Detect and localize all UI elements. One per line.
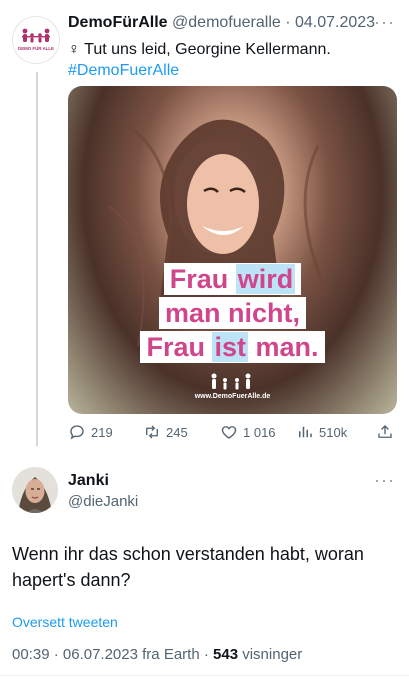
tweet-media-image[interactable]: Frau wird man nicht, Frau ist man. www.D… xyxy=(68,86,397,414)
portrait-illustration xyxy=(107,119,330,347)
divider xyxy=(0,675,409,676)
translate-tweet-link[interactable]: Oversett tweeten xyxy=(12,614,118,630)
tweet-actions: 219 245 1 016 510k xyxy=(68,423,397,445)
tweet-text: ♀ Tut uns leid, Georgine Kellermann. #De… xyxy=(68,39,331,81)
tweet-text-body: Tut uns leid, Georgine Kellermann. xyxy=(84,41,331,58)
views-button[interactable]: 510k xyxy=(296,423,347,441)
thread-line xyxy=(36,72,38,446)
reply-button[interactable]: 219 xyxy=(68,423,113,441)
svg-text:DEMO FÜR ALLE: DEMO FÜR ALLE xyxy=(18,46,54,51)
reply-author-name[interactable]: Janki xyxy=(68,472,109,490)
like-count: 1 016 xyxy=(243,424,276,440)
more-options-icon[interactable]: ··· xyxy=(374,470,395,491)
retweet-count: 245 xyxy=(166,424,188,440)
janki-portrait-icon xyxy=(12,467,58,513)
heart-icon xyxy=(221,426,237,439)
like-button[interactable]: 1 016 xyxy=(220,423,276,441)
retweet-icon xyxy=(146,425,158,439)
demofueralle-logo-icon: DEMO FÜR ALLE xyxy=(18,28,54,51)
reply-views-label: visninger xyxy=(242,646,303,663)
tweet-meta: 00:39 · 06.07.2023 fra Earth · 543 visni… xyxy=(12,646,303,663)
author-handle[interactable]: @demofueralle xyxy=(172,14,281,31)
reply-time[interactable]: 00:39 xyxy=(12,646,50,663)
slogan-text: Frau wird man nicht, Frau ist man. xyxy=(68,262,397,364)
avatar[interactable] xyxy=(12,467,58,513)
share-icon xyxy=(378,425,392,438)
reply-author-handle[interactable]: @dieJanki xyxy=(68,493,138,510)
media-url-text: www.DemoFuerAlle.de xyxy=(194,393,271,400)
separator-dot: · xyxy=(280,14,295,31)
reply-date[interactable]: 06.07.2023 xyxy=(63,646,138,663)
views-chart-icon xyxy=(299,426,312,438)
reply-icon xyxy=(70,425,84,440)
reply-source: fra Earth xyxy=(142,646,200,663)
retweet-button[interactable]: 245 xyxy=(143,423,188,441)
author-name[interactable]: DemoFürAlle xyxy=(68,14,168,31)
avatar[interactable]: DEMO FÜR ALLE xyxy=(12,16,60,64)
hashtag-link[interactable]: #DemoFuerAlle xyxy=(68,60,331,81)
share-button[interactable] xyxy=(376,423,394,441)
reply-views-count: 543 xyxy=(213,646,239,663)
family-logo-icon xyxy=(211,373,251,390)
views-count: 510k xyxy=(319,424,348,440)
tweet-date[interactable]: 04.07.2023 xyxy=(295,14,375,31)
reply-text: Wenn ihr das schon verstanden habt, wora… xyxy=(12,544,364,590)
tweet-header: DemoFürAlle @demofueralle · 04.07.2023 xyxy=(68,14,375,32)
reply-count: 219 xyxy=(91,424,113,440)
female-symbol-icon: ♀ xyxy=(68,41,80,58)
more-options-icon[interactable]: ··· xyxy=(374,12,395,33)
